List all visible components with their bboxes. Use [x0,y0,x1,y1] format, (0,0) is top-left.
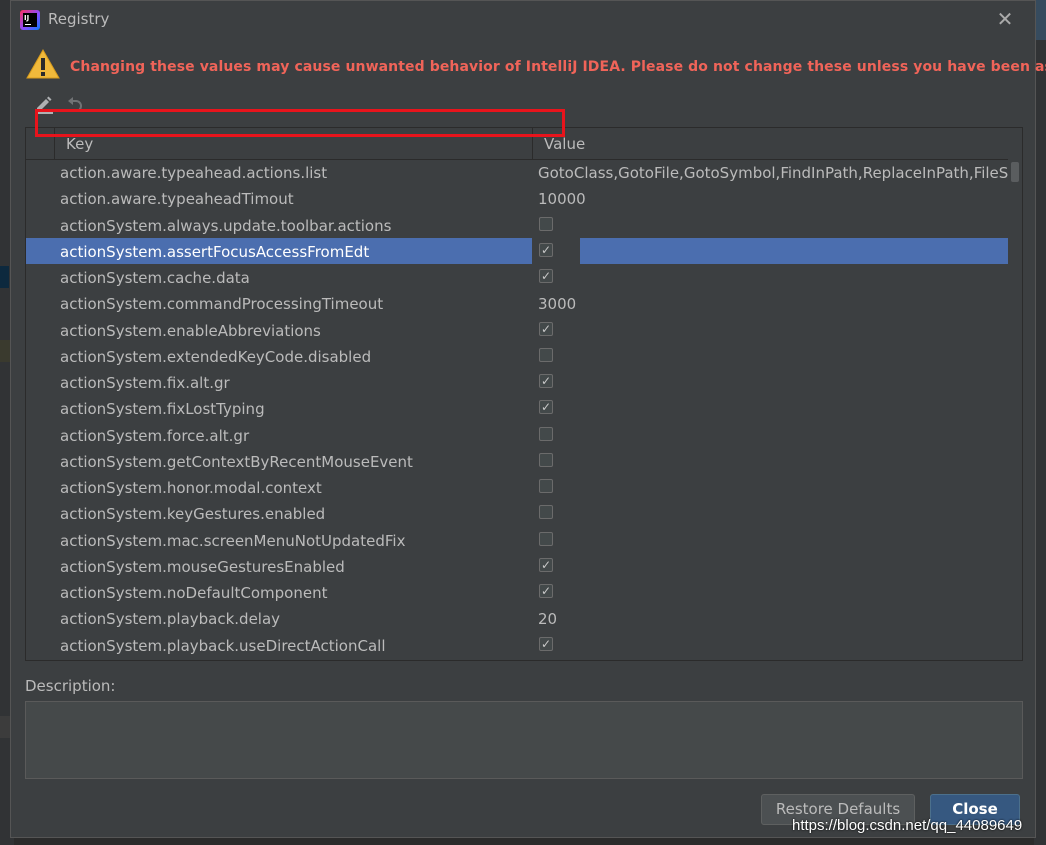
table-row[interactable]: actionSystem.extendedKeyCode.disabled [26,343,1022,369]
checkbox-unchecked[interactable] [539,347,553,362]
checkbox-checked[interactable]: ✓ [539,584,553,598]
table-row[interactable]: action.aware.typeahead.actions.list GotoC… [26,159,1022,185]
row-key: action.aware.typeaheadTimout [60,190,294,209]
row-value[interactable]: 20 [538,605,1008,631]
vertical-scrollbar[interactable] [1008,159,1022,660]
table-row[interactable]: actionSystem.noDefaultComponent ✓ [26,579,1022,605]
pencil-edit-icon[interactable] [33,93,55,115]
row-value[interactable]: 3000 [538,290,1008,316]
row-key: actionSystem.enableAbbreviations [60,321,321,340]
table-row[interactable]: actionSystem.playback.delay 20 [26,605,1022,631]
row-value[interactable]: GotoClass,GotoFile,GotoSymbol,FindInPath… [538,159,1008,185]
registry-dialog: IJ Registry ✕ Changing these values may … [10,0,1046,838]
row-key: actionSystem.fix.alt.gr [60,374,230,392]
row-value[interactable]: 10000 [538,185,1008,211]
row-key: actionSystem.mac.screenMenuNotUpdatedFix [60,531,406,550]
table-row[interactable]: actionSystem.cache.data ✓ [26,264,1022,290]
table-row[interactable]: actionSystem.keyGestures.enabled [26,500,1022,526]
description-label: Description: [25,677,116,695]
row-key: actionSystem.playback.useDirectActionCal… [60,636,386,655]
row-key: actionSystem.honor.modal.context [60,479,322,497]
checkbox-unchecked[interactable] [539,452,553,467]
watermark-text: https://blog.csdn.net/qq_44089649 [792,817,1023,834]
table-row[interactable]: actionSystem.fixLostTyping ✓ [26,395,1022,421]
table-row[interactable]: actionSystem.mouseGesturesEnabled ✓ [26,553,1022,579]
row-key: actionSystem.always.update.toolbar.actio… [60,216,392,235]
table-row[interactable]: actionSystem.honor.modal.context [26,474,1022,500]
row-key: actionSystem.getContextByRecentMouseEven… [60,452,413,471]
app-icon-label: IJ [23,13,37,27]
title-bar: IJ Registry ✕ [11,1,1035,39]
checkbox-checked[interactable]: ✓ [539,321,553,336]
warning-triangle-icon [26,49,60,79]
row-key: actionSystem.extendedKeyCode.disabled [60,347,372,366]
checkbox-checked[interactable]: ✓ [539,374,553,388]
checkbox-checked[interactable]: ✓ [539,400,553,415]
description-box [25,701,1023,779]
checkbox-checked[interactable]: ✓ [539,636,553,651]
window-title: Registry [48,10,110,28]
table-row-selected[interactable]: actionSystem.assertFocusAccessFromEdt ✓ [26,237,1022,264]
column-divider [54,128,55,159]
table-body: action.aware.typeahead.actions.list GotoC… [26,159,1022,660]
checkbox-unchecked[interactable] [539,531,553,546]
table-row[interactable]: actionSystem.always.update.toolbar.actio… [26,212,1022,238]
table-row[interactable]: actionSystem.commandProcessingTimeout 300… [26,290,1022,316]
close-icon[interactable]: ✕ [995,9,1015,29]
table-header: Key Value [26,128,1022,160]
background-app-fragment [0,266,9,288]
intellij-idea-icon: IJ [20,10,40,30]
checkbox-unchecked[interactable] [539,505,553,520]
scrollbar-thumb[interactable] [1011,162,1019,182]
column-header-value[interactable]: Value [544,128,585,159]
checkbox-unchecked[interactable] [539,479,553,493]
registry-table: Key Value action.aware.typeahead.actions… [25,127,1023,661]
table-row[interactable]: actionSystem.force.alt.gr [26,422,1022,448]
checkbox-checked[interactable]: ✓ [539,269,553,283]
row-key: actionSystem.playback.delay [60,610,281,629]
warning-text: Changing these values may cause unwanted… [70,59,1046,75]
row-key: action.aware.typeahead.actions.list [60,164,328,182]
table-row[interactable]: actionSystem.fix.alt.gr ✓ [26,369,1022,395]
table-row[interactable]: actionSystem.mac.screenMenuNotUpdatedFix [26,527,1022,553]
row-key: actionSystem.fixLostTyping [60,400,265,419]
row-key: actionSystem.assertFocusAccessFromEdt [60,242,370,261]
background-app-fragment [1036,0,1046,40]
row-key: actionSystem.cache.data [60,269,250,287]
table-row[interactable]: actionSystem.getContextByRecentMouseEven… [26,448,1022,474]
column-header-key[interactable]: Key [66,128,93,159]
checkbox-checked[interactable]: ✓ [539,242,553,257]
table-row[interactable]: actionSystem.playback.useDirectActionCal… [26,632,1022,658]
row-key: actionSystem.mouseGesturesEnabled [60,557,345,576]
column-divider[interactable] [532,128,533,159]
row-key: actionSystem.force.alt.gr [60,426,250,445]
row-key: actionSystem.commandProcessingTimeout [60,295,384,314]
undo-icon[interactable] [65,93,87,115]
checkbox-checked[interactable]: ✓ [539,557,553,572]
toolbar [33,93,113,117]
table-row[interactable]: actionSystem.enableAbbreviations ✓ [26,317,1022,343]
checkbox-unchecked[interactable] [539,426,553,441]
checkbox-unchecked[interactable] [539,216,553,231]
row-key: actionSystem.keyGestures.enabled [60,505,326,524]
row-key: actionSystem.noDefaultComponent [60,584,328,602]
warning-banner: Changing these values may cause unwanted… [26,47,1046,81]
table-row[interactable]: action.aware.typeaheadTimout 10000 [26,185,1022,211]
